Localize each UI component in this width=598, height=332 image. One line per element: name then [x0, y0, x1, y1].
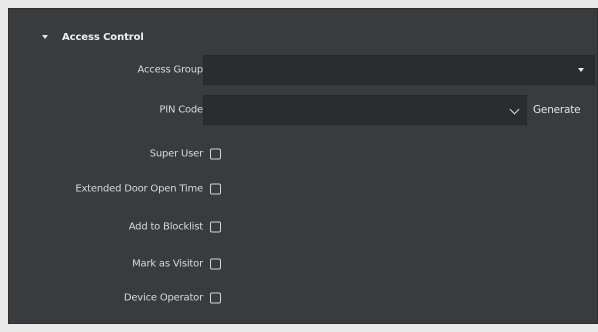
pin-code-label: PIN Code [159, 104, 203, 116]
add-to-blocklist-label: Add to Blocklist [128, 221, 203, 233]
mark-as-visitor-row: Mark as Visitor [9, 249, 598, 279]
super-user-label: Super User [149, 148, 203, 160]
extended-door-open-time-label: Extended Door Open Time [75, 183, 203, 195]
add-to-blocklist-checkbox[interactable] [210, 221, 221, 233]
access-control-panel: Access Control Access Group PIN Code Gen… [8, 8, 598, 324]
access-group-select[interactable] [203, 55, 595, 85]
section-header[interactable]: Access Control [37, 27, 144, 47]
dropdown-caret-icon[interactable] [578, 68, 584, 72]
access-group-label: Access Group [137, 64, 204, 76]
device-operator-row: Device Operator [9, 283, 598, 313]
collapse-caret-icon[interactable] [42, 35, 48, 39]
mark-as-visitor-label: Mark as Visitor [132, 258, 203, 270]
pin-code-field[interactable] [203, 95, 527, 125]
access-group-row: Access Group [9, 55, 598, 85]
add-to-blocklist-row: Add to Blocklist [9, 212, 598, 242]
mark-as-visitor-checkbox[interactable] [210, 258, 221, 270]
chevron-down-icon[interactable] [509, 104, 520, 115]
extended-door-open-time-row: Extended Door Open Time [9, 174, 598, 204]
device-operator-label: Device Operator [123, 292, 203, 304]
section-title: Access Control [62, 31, 144, 43]
generate-button[interactable]: Generate [533, 95, 581, 125]
super-user-checkbox[interactable] [210, 148, 221, 160]
device-operator-checkbox[interactable] [210, 292, 221, 304]
pin-code-row: PIN Code Generate [9, 95, 598, 125]
extended-door-open-time-checkbox[interactable] [210, 183, 221, 195]
super-user-row: Super User [9, 139, 598, 169]
